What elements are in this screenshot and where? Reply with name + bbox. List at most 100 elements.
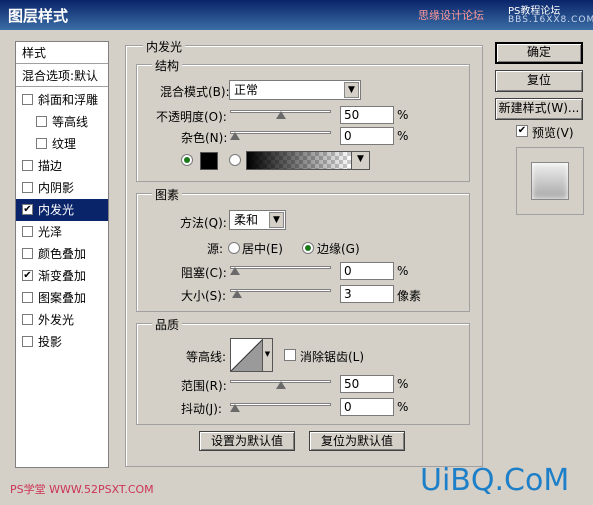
style-item-label: 内阴影 [38, 181, 75, 195]
watermark-center: 思缘设计论坛 [418, 9, 484, 22]
jitter-unit: % [397, 400, 409, 414]
choke-slider-thumb[interactable] [230, 267, 240, 275]
structure-title: 结构 [152, 57, 183, 74]
style-item-checkbox[interactable] [22, 226, 33, 237]
set-default-button[interactable]: 设置为默认值 [199, 431, 295, 451]
style-item-checkbox[interactable] [22, 336, 33, 347]
range-input[interactable]: 50 [340, 375, 394, 393]
opacity-slider[interactable] [230, 107, 331, 119]
style-item[interactable]: 纹理 [16, 133, 108, 155]
style-list-header[interactable]: 样式 [16, 42, 108, 64]
style-item[interactable]: 斜面和浮雕 [16, 89, 108, 111]
antialias-checkbox[interactable] [284, 349, 296, 361]
method-select[interactable]: 柔和 ▼ [229, 210, 286, 230]
jitter-slider[interactable] [230, 400, 331, 412]
style-item[interactable]: 图案叠加 [16, 287, 108, 309]
style-item-label: 等高线 [52, 115, 89, 129]
reset-button[interactable]: 复位 [495, 70, 583, 92]
style-item-checkbox[interactable] [22, 314, 33, 325]
style-item-checkbox[interactable] [22, 182, 33, 193]
range-unit: % [397, 377, 409, 391]
style-item[interactable]: 外发光 [16, 309, 108, 331]
style-item-label: 渐变叠加 [38, 269, 87, 283]
method-label: 方法(Q): [180, 216, 227, 230]
gradient-radio[interactable] [229, 154, 241, 166]
choke-unit: % [397, 264, 409, 278]
gradient-dropdown-chevron-down-icon[interactable]: ▼ [351, 151, 370, 170]
preview-checkbox[interactable]: ✔ [516, 125, 528, 137]
blend-mode-value: 正常 [234, 83, 259, 97]
new-style-button[interactable]: 新建样式(W)... [495, 98, 583, 120]
style-item[interactable]: ✔ 渐变叠加 [16, 265, 108, 287]
style-item-checkbox[interactable] [22, 94, 33, 105]
blend-options-item[interactable]: 混合选项:默认 [16, 65, 108, 87]
jitter-label: 抖动(J): [181, 402, 222, 416]
title-bar [0, 0, 593, 30]
quality-title: 品质 [152, 316, 183, 333]
range-label: 范围(R): [181, 379, 227, 393]
size-slider-thumb[interactable] [232, 290, 242, 298]
inner-glow-title: 内发光 [143, 38, 186, 55]
style-item-checkbox[interactable]: ✔ [22, 270, 33, 281]
style-item-label: 斜面和浮雕 [38, 93, 99, 107]
noise-input[interactable]: 0 [340, 127, 394, 145]
opacity-unit: % [397, 108, 409, 122]
source-edge-radio[interactable] [302, 242, 314, 254]
ok-button[interactable]: 确定 [495, 42, 583, 64]
style-item-label: 颜色叠加 [38, 247, 87, 261]
chevron-down-icon: ▼ [344, 82, 359, 98]
style-item[interactable]: 光泽 [16, 221, 108, 243]
style-item[interactable]: 颜色叠加 [16, 243, 108, 265]
noise-slider-thumb[interactable] [230, 132, 240, 140]
style-item-checkbox[interactable] [22, 248, 33, 259]
chevron-down-icon: ▼ [269, 212, 284, 228]
style-item-label: 光泽 [38, 225, 63, 239]
source-label: 源: [207, 242, 224, 256]
gradient-preview[interactable] [246, 151, 352, 170]
contour-picker[interactable] [230, 338, 264, 372]
size-input[interactable]: 3 [340, 285, 394, 303]
style-item[interactable]: 投影 [16, 331, 108, 353]
noise-unit: % [397, 129, 409, 143]
style-preview [516, 147, 584, 215]
watermark-bottom-right: UiBQ.CoM [420, 463, 570, 498]
style-item-checkbox[interactable]: ✔ [22, 204, 33, 215]
noise-slider[interactable] [230, 128, 331, 140]
contour-label: 等高线: [186, 350, 227, 364]
opacity-slider-thumb[interactable] [275, 111, 286, 119]
style-item[interactable]: 内阴影 [16, 177, 108, 199]
method-value: 柔和 [234, 213, 259, 227]
watermark-right-sub: BBS.16XX8.COM [508, 15, 593, 25]
jitter-slider-thumb[interactable] [230, 404, 240, 412]
contour-dropdown-chevron-down-icon[interactable]: ▼ [262, 338, 273, 372]
range-slider-thumb[interactable] [275, 381, 286, 389]
range-slider[interactable] [230, 377, 331, 389]
size-unit: 像素 [397, 289, 422, 303]
style-item-label: 纹理 [52, 137, 77, 151]
preview-label: 预览(V) [532, 126, 574, 140]
style-item-label: 内发光 [38, 203, 75, 217]
style-item-label: 描边 [38, 159, 63, 173]
style-item-checkbox[interactable] [36, 116, 47, 127]
style-item-checkbox[interactable] [36, 138, 47, 149]
reset-default-button[interactable]: 复位为默认值 [309, 431, 405, 451]
solid-color-radio[interactable] [181, 154, 193, 166]
opacity-input[interactable]: 50 [340, 106, 394, 124]
contour-linear-icon [230, 338, 264, 372]
source-center-radio[interactable] [228, 242, 240, 254]
choke-input[interactable]: 0 [340, 262, 394, 280]
style-item-label: 外发光 [38, 313, 75, 327]
style-item[interactable]: 描边 [16, 155, 108, 177]
jitter-input[interactable]: 0 [340, 398, 394, 416]
style-list: 样式 混合选项:默认 斜面和浮雕等高线纹理描边内阴影 ✔ 内发光光泽颜色叠加 ✔ 渐变叠… [15, 41, 109, 468]
style-item[interactable]: 等高线 [16, 111, 108, 133]
choke-slider[interactable] [230, 263, 331, 275]
glow-color-swatch[interactable] [200, 152, 218, 170]
style-item[interactable]: ✔ 内发光 [16, 199, 108, 221]
antialias-label: 消除锯齿(L) [300, 350, 365, 364]
size-slider[interactable] [230, 286, 331, 298]
style-item-checkbox[interactable] [22, 160, 33, 171]
size-label: 大小(S): [181, 289, 227, 303]
blend-mode-select[interactable]: 正常 ▼ [229, 80, 361, 100]
style-item-checkbox[interactable] [22, 292, 33, 303]
